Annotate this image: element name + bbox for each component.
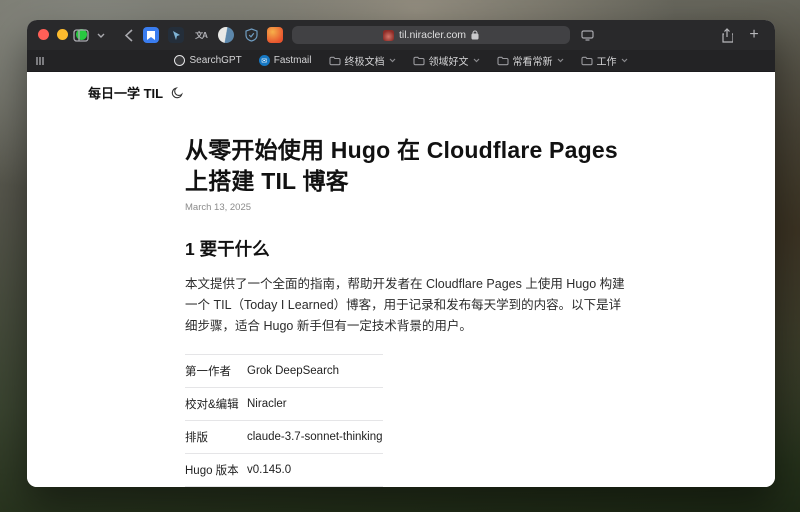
section-heading: 1 要干什么 xyxy=(185,236,633,261)
translate-extension-icon[interactable]: 文A xyxy=(193,27,209,43)
address-bar[interactable]: til.niracler.com xyxy=(292,26,570,44)
web-page: 每日一学 TIL 从零开始使用 Hugo 在 Cloudflare Pages … xyxy=(27,72,775,487)
bookmark-folder-articles[interactable]: 领域好文 xyxy=(413,53,480,68)
safari-window: 文A til.niracler.com xyxy=(27,20,775,487)
bookmark-searchgpt[interactable]: SearchGPT xyxy=(174,55,241,66)
bookmark-extension-icon[interactable] xyxy=(143,27,159,43)
chevron-down-icon xyxy=(621,58,628,63)
folder-icon xyxy=(413,56,425,66)
bookmark-folder-evergreen[interactable]: 常看常新 xyxy=(497,53,564,68)
page-settings-icon[interactable] xyxy=(575,20,599,50)
desktop-wallpaper: 文A til.niracler.com xyxy=(0,0,800,512)
row-value: claude-3.7-sonnet-thinking xyxy=(247,421,383,454)
row-label: Hugo 版本 xyxy=(185,454,247,487)
shield-extension-icon[interactable] xyxy=(243,27,259,43)
share-icon[interactable] xyxy=(717,20,737,50)
reader-extension-icon[interactable] xyxy=(267,27,283,43)
minimize-button[interactable] xyxy=(57,29,68,40)
bookmark-folder-work[interactable]: 工作 xyxy=(581,53,628,68)
bookmark-fastmail[interactable]: ✉ Fastmail xyxy=(259,55,312,66)
article-date: March 13, 2025 xyxy=(185,202,633,213)
url-text: til.niracler.com xyxy=(399,29,466,41)
folder-icon xyxy=(497,56,509,66)
back-icon[interactable] xyxy=(121,20,137,50)
row-label: 校对&编辑 xyxy=(185,388,247,421)
new-tab-icon[interactable]: + xyxy=(745,20,763,50)
table-row: Hugo 版本 v0.145.0 xyxy=(185,454,383,487)
article-title: 从零开始使用 Hugo 在 Cloudflare Pages 上搭建 TIL 博… xyxy=(185,135,633,197)
chevron-down-icon[interactable] xyxy=(95,20,107,50)
sidebar-icon[interactable] xyxy=(71,20,91,50)
bookmarks-bar: SearchGPT ✉ Fastmail 终极文档 领域好文 常看常新 xyxy=(27,50,775,72)
site-title-link[interactable]: 每日一学 TIL xyxy=(88,83,163,102)
row-value: v0.145.0 xyxy=(247,454,383,487)
table-row: 排版 claude-3.7-sonnet-thinking xyxy=(185,421,383,454)
cursor-extension-icon[interactable] xyxy=(168,27,184,43)
folder-icon xyxy=(329,56,341,66)
site-favicon xyxy=(383,30,394,41)
row-label: 第一作者 xyxy=(185,355,247,388)
table-row: 校对&编辑 Niracler xyxy=(185,388,383,421)
fastmail-icon: ✉ xyxy=(259,55,270,66)
row-value: Niracler xyxy=(247,388,383,421)
article: 从零开始使用 Hugo 在 Cloudflare Pages 上搭建 TIL 博… xyxy=(185,135,633,487)
row-label: 排版 xyxy=(185,421,247,454)
searchgpt-icon xyxy=(174,55,185,66)
sphere-extension-icon[interactable] xyxy=(218,27,234,43)
chevron-down-icon xyxy=(557,58,564,63)
browser-toolbar: 文A til.niracler.com xyxy=(27,20,775,50)
chevron-down-icon xyxy=(473,58,480,63)
bookmark-folder-docs[interactable]: 终极文档 xyxy=(329,53,396,68)
row-value: Grok DeepSearch xyxy=(247,355,383,388)
info-table: 第一作者 Grok DeepSearch 校对&编辑 Niracler 排版 c… xyxy=(185,354,383,487)
intro-paragraph: 本文提供了一个全面的指南，帮助开发者在 Cloudflare Pages 上使用… xyxy=(185,274,633,337)
lock-icon xyxy=(471,30,479,40)
site-header: 每日一学 TIL xyxy=(27,72,775,102)
close-button[interactable] xyxy=(38,29,49,40)
favorites-list-icon[interactable] xyxy=(36,57,44,65)
folder-icon xyxy=(581,56,593,66)
table-row: 第一作者 Grok DeepSearch xyxy=(185,355,383,388)
chevron-down-icon xyxy=(389,58,396,63)
dark-mode-toggle-moon-icon[interactable] xyxy=(171,87,183,99)
